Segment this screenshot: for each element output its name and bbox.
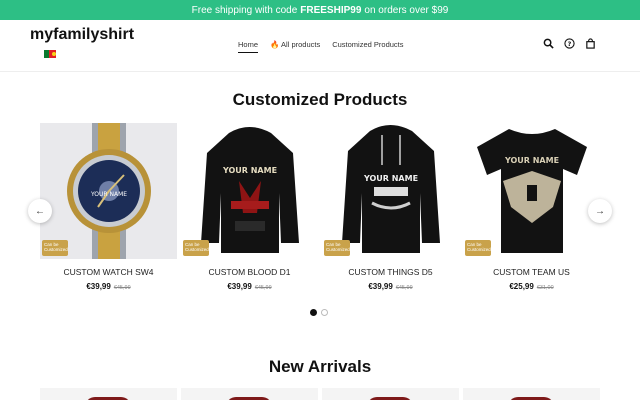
announcement-text-before: Free shipping with code	[191, 4, 298, 16]
portugal-flag-icon[interactable]	[44, 50, 56, 58]
product-carousel: YOUR NAME Can be Customized CUSTOM WATCH…	[40, 123, 600, 298]
customized-products-title: Customized Products	[232, 90, 408, 109]
product-image[interactable]: YOUR NAME Can be Customized	[322, 123, 459, 259]
carousel-prev-button[interactable]: ←	[28, 199, 52, 223]
search-icon[interactable]	[543, 38, 554, 49]
arrow-right-icon: →	[595, 205, 605, 217]
nav-home[interactable]: Home	[238, 40, 259, 53]
product-image[interactable]: YOUR NAME Can be Customized	[181, 123, 318, 259]
carousel-next-button[interactable]: →	[588, 199, 612, 223]
main-nav: Home 🔥 All products Customized Products	[238, 40, 404, 53]
customizable-badge: Can be Customized	[465, 240, 491, 256]
new-arrival-card[interactable]	[322, 388, 459, 400]
new-arrival-card[interactable]	[40, 388, 177, 400]
new-arrivals-title: New Arrivals	[268, 357, 372, 376]
bag-icon[interactable]	[585, 38, 596, 49]
product-name[interactable]: CUSTOM BLOOD D1	[181, 267, 318, 277]
site-header: myfamilyshirt Home 🔥 All products Custom…	[0, 20, 640, 72]
product-image[interactable]: YOUR NAME Can be Customized	[463, 123, 600, 259]
announcement-bar: Free shipping with code FREESHIP99 on or…	[0, 0, 640, 20]
pagination-dot[interactable]	[321, 309, 328, 316]
product-price: €39,99 €45,99	[227, 282, 272, 291]
product-name[interactable]: CUSTOM TEAM US	[463, 267, 600, 277]
product-card[interactable]: YOUR NAME Can be Customized CUSTOM BLOOD…	[181, 123, 318, 291]
product-price: €39,99 €45,99	[86, 282, 131, 291]
pagination-dot[interactable]	[310, 309, 317, 316]
customizable-badge: Can be Customized	[42, 240, 68, 256]
nav-customized-products[interactable]: Customized Products	[332, 40, 403, 53]
new-arrival-card[interactable]	[463, 388, 600, 400]
product-card[interactable]: YOUR NAME Can be Customized CUSTOM THING…	[322, 123, 459, 291]
product-name[interactable]: CUSTOM THINGS D5	[322, 267, 459, 277]
promo-code: FREESHIP99	[300, 4, 362, 16]
nav-all-products[interactable]: 🔥 All products	[270, 40, 320, 53]
arrow-left-icon: ←	[35, 205, 45, 217]
product-card[interactable]: YOUR NAME Can be Customized CUSTOM WATCH…	[40, 123, 177, 291]
new-arrival-card[interactable]	[181, 388, 318, 400]
watch-name-text: YOUR NAME	[90, 191, 127, 198]
svg-text:?: ?	[568, 40, 572, 48]
hoodie-name-text: YOUR NAME	[363, 174, 418, 183]
help-icon[interactable]: ?	[564, 38, 575, 49]
header-icons: ?	[543, 38, 596, 49]
product-card[interactable]: YOUR NAME Can be Customized CUSTOM TEAM …	[463, 123, 600, 291]
hoodie-name-text: YOUR NAME	[222, 166, 277, 175]
product-price: €25,99 €31,00	[509, 282, 554, 291]
product-name[interactable]: CUSTOM WATCH SW4	[40, 267, 177, 277]
customizable-badge: Can be Customized	[324, 240, 350, 256]
tee-name-text: YOUR NAME	[504, 156, 559, 165]
announcement-text-after: on orders over $99	[364, 4, 449, 16]
product-price: €39,99 €45,99	[368, 282, 413, 291]
brand-logo[interactable]: myfamilyshirt	[30, 26, 134, 44]
product-image[interactable]: YOUR NAME Can be Customized	[40, 123, 177, 259]
carousel-pagination	[310, 309, 328, 316]
customizable-badge: Can be Customized	[183, 240, 209, 256]
